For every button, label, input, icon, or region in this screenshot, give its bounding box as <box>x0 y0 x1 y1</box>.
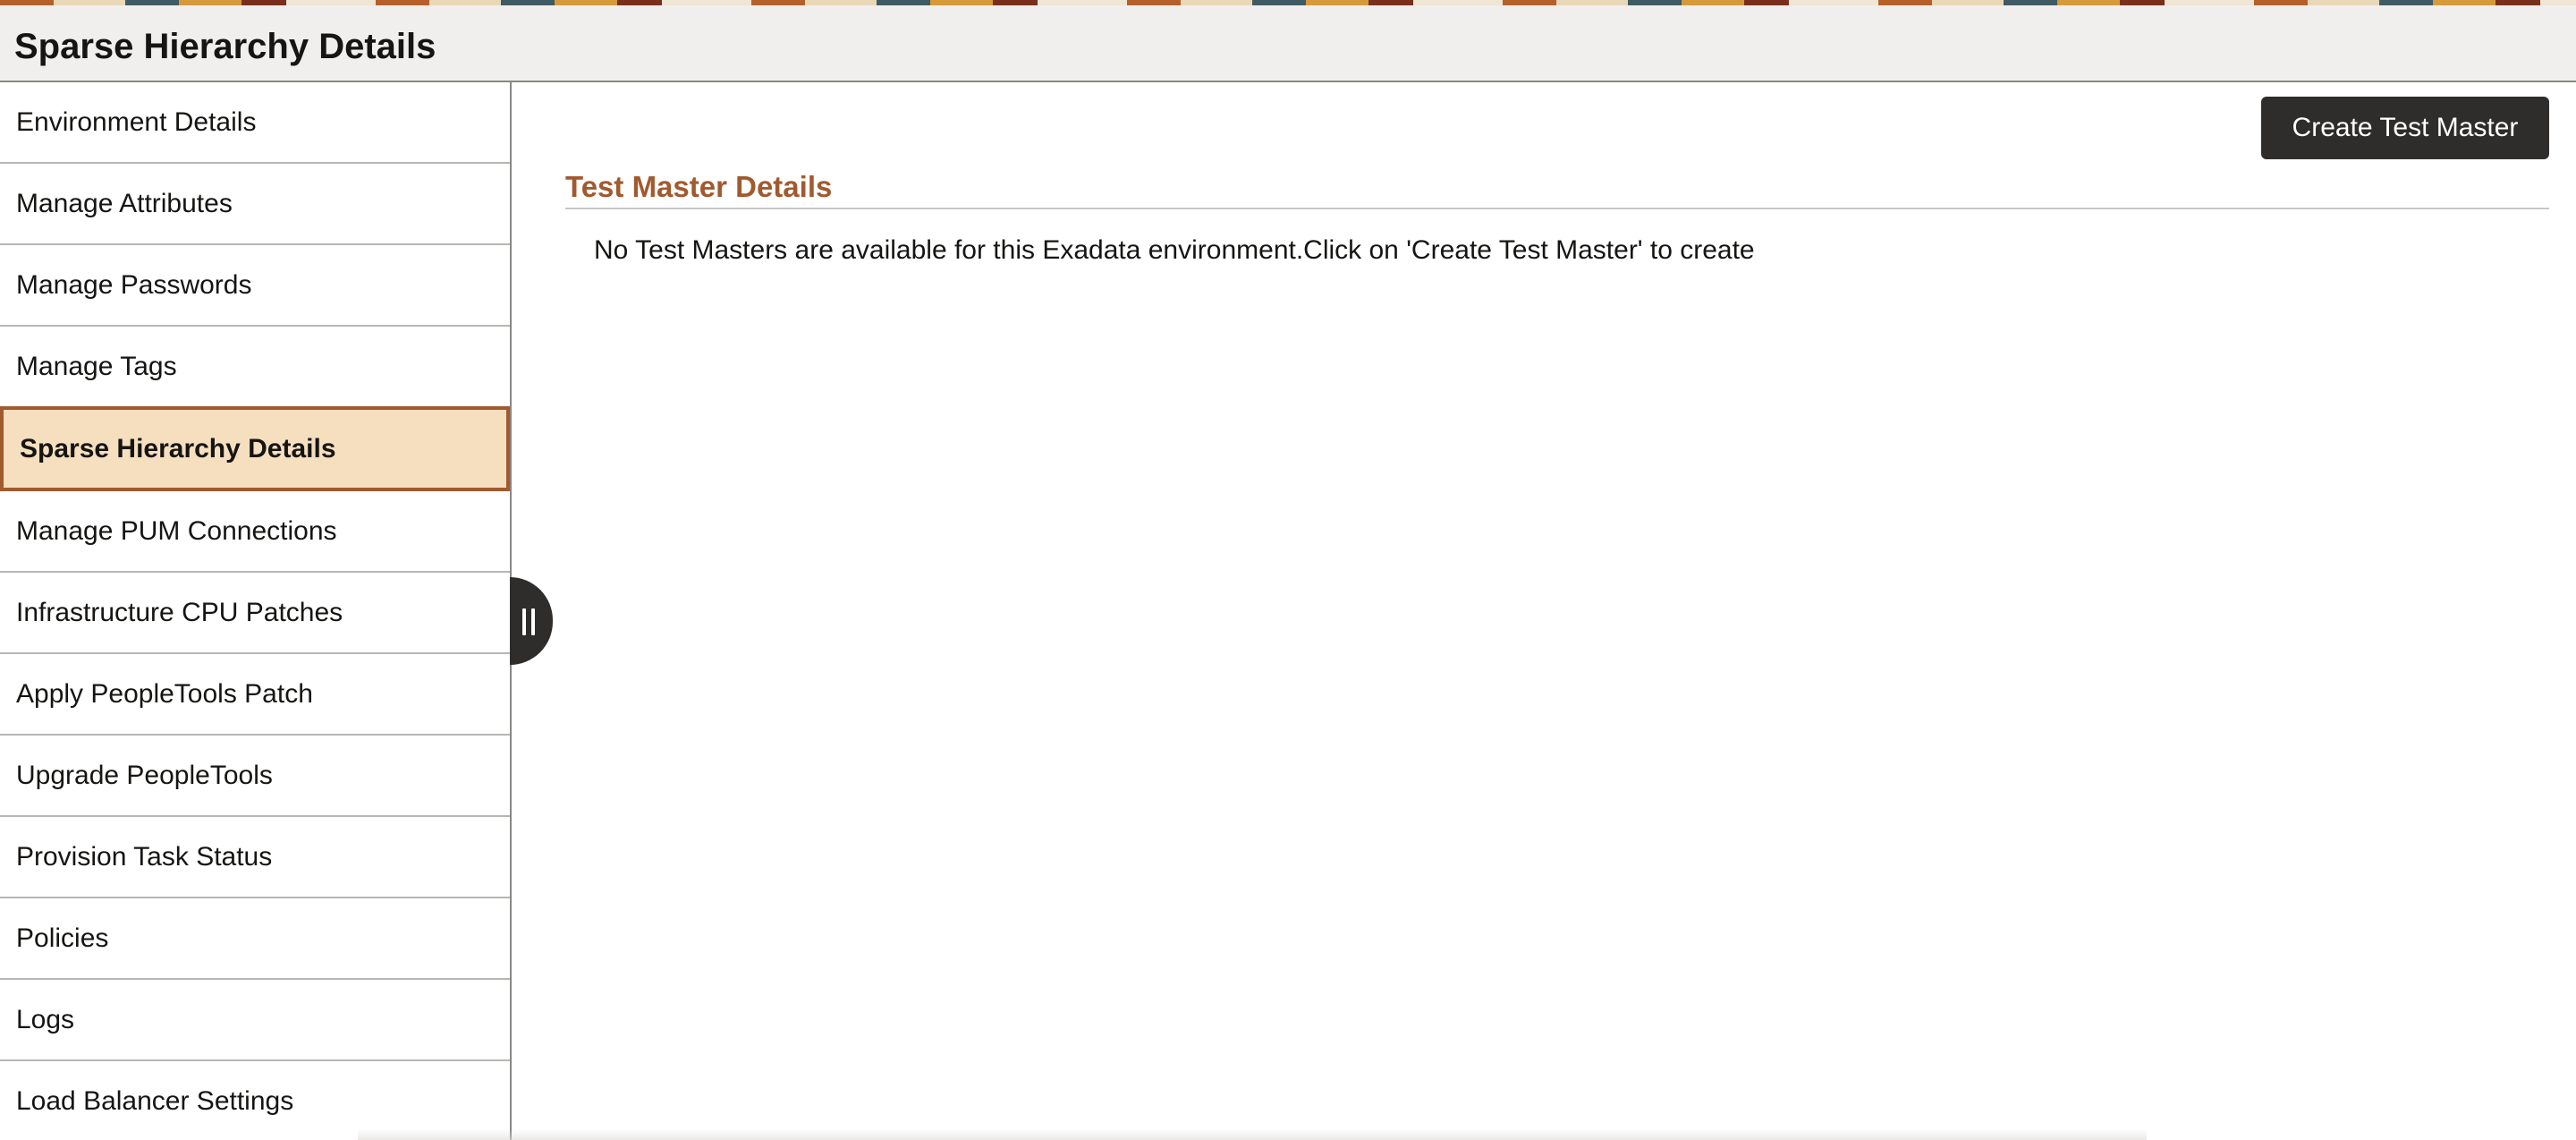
page-title: Sparse Hierarchy Details <box>14 27 436 66</box>
section-title: Test Master Details <box>565 170 833 203</box>
section-header: Test Master Details <box>565 168 2549 209</box>
sidebar-item-apply-peopletools-patch[interactable]: Apply PeopleTools Patch <box>0 654 510 736</box>
sidebar-item-environment-details[interactable]: Environment Details <box>0 82 510 164</box>
sidebar-item-manage-pum-connections[interactable]: Manage PUM Connections <box>0 491 510 573</box>
sidebar-item-infrastructure-cpu-patches[interactable]: Infrastructure CPU Patches <box>0 573 510 654</box>
sidebar-nav: Environment Details Manage Attributes Ma… <box>0 82 512 1140</box>
create-test-master-button[interactable]: Create Test Master <box>2261 97 2549 159</box>
sidebar-item-load-balancer-settings[interactable]: Load Balancer Settings <box>0 1061 510 1140</box>
sidebar-item-policies[interactable]: Policies <box>0 898 510 980</box>
bottom-shadow <box>358 1129 2147 1140</box>
main-content: Create Test Master Test Master Details N… <box>513 82 2576 1140</box>
sidebar-item-manage-passwords[interactable]: Manage Passwords <box>0 245 510 327</box>
sidebar-item-upgrade-peopletools[interactable]: Upgrade PeopleTools <box>0 736 510 817</box>
sidebar-item-manage-attributes[interactable]: Manage Attributes <box>0 164 510 245</box>
sidebar-item-logs[interactable]: Logs <box>0 980 510 1061</box>
sidebar-item-manage-tags[interactable]: Manage Tags <box>0 327 510 408</box>
empty-state-message: No Test Masters are available for this E… <box>594 235 1755 265</box>
sidebar-item-sparse-hierarchy-details[interactable]: Sparse Hierarchy Details <box>0 406 510 491</box>
sidebar-item-provision-task-status[interactable]: Provision Task Status <box>0 817 510 898</box>
page-header: Sparse Hierarchy Details <box>0 5 2576 82</box>
